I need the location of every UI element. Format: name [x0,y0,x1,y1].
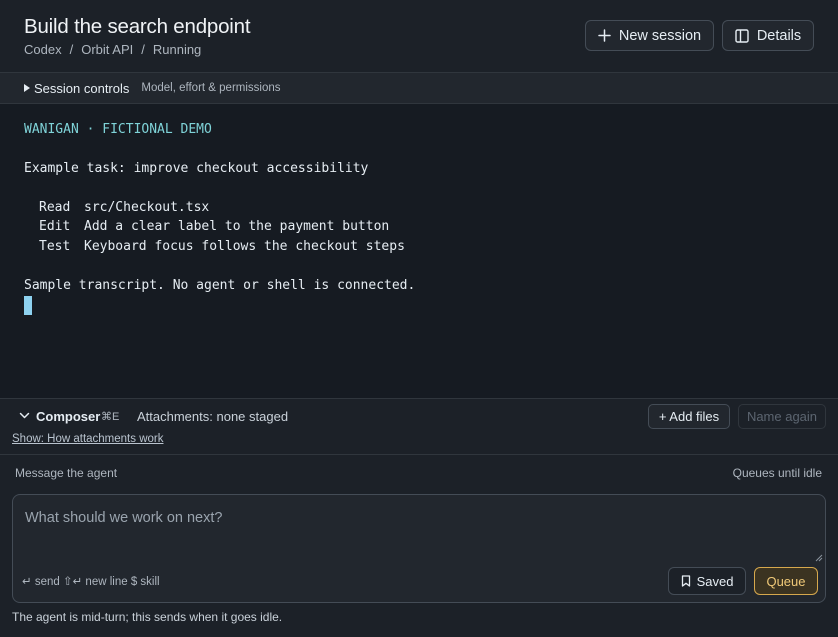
disclosure-triangle-icon [24,84,30,92]
name-again-button: Name again [738,404,826,429]
message-input[interactable] [13,495,825,563]
page-title: Build the search endpoint [24,15,251,38]
session-controls-subtitle: Model, effort & permissions [141,82,281,94]
resize-grip-icon[interactable] [814,553,823,562]
terminal-step: Read src/Checkout.tsx [24,200,209,216]
terminal-task: Example task: improve checkout accessibi… [24,161,369,176]
status-note: The agent is mid-turn; this sends when i… [12,610,283,624]
keyboard-hints: ↵ send ⇧↵ new line $ skill [22,576,160,588]
session-controls-toggle[interactable]: Session controls Model, effort & permiss… [0,73,838,104]
side-panel-icon [735,28,749,43]
attachments-status: Attachments: none staged [137,409,289,424]
breadcrumb-item-project[interactable]: Orbit API [81,42,133,57]
breadcrumb: Codex / Orbit API / Running [24,42,201,57]
breadcrumb-separator: / [141,42,145,57]
terminal-banner: WANIGAN · FICTIONAL DEMO [24,122,212,137]
details-button[interactable]: Details [722,20,814,51]
step-verb: Edit [39,219,71,234]
step-text: Add a clear label to the payment button [84,219,390,234]
terminal-footer: Sample transcript. No agent or shell is … [24,278,416,293]
chevron-down-icon[interactable] [19,410,30,421]
new-session-label: New session [618,27,702,44]
queue-button[interactable]: Queue [754,567,818,595]
terminal-step: Edit Add a clear label to the payment but… [24,219,389,235]
session-controls-label: Session controls [34,80,130,96]
step-verb: Test [39,239,71,254]
step-verb: Read [39,200,71,215]
message-label: Message the agent [15,466,118,480]
add-files-button[interactable]: + Add files [648,404,730,429]
bookmark-icon [681,575,690,587]
saved-button[interactable]: Saved [668,567,746,595]
saved-label: Saved [696,573,734,589]
terminal-step: Test Keyboard focus follows the checkout … [24,239,405,255]
breadcrumb-item-status: Running [152,42,202,57]
step-text: src/Checkout.tsx [84,200,210,215]
transcript-terminal[interactable]: WANIGAN · FICTIONAL DEMO Example task: i… [0,104,838,398]
session-header: Build the search endpoint Codex / Orbit AP… [0,0,838,73]
breadcrumb-item-app[interactable]: Codex [24,42,62,57]
terminal-cursor [24,296,32,315]
step-text: Keyboard focus follows the checkout step… [84,239,405,254]
details-label: Details [756,27,802,44]
plus-icon [598,29,611,42]
composer-bar: Composer ⌘E Attachments: none staged Sho… [0,398,838,455]
attachments-help-link[interactable]: Show: How attachments work [12,433,163,445]
queue-note: Queues until idle [732,466,822,480]
new-session-button[interactable]: New session [585,20,714,51]
breadcrumb-separator: / [69,42,74,57]
composer-shortcut: ⌘E [101,411,120,423]
message-box: ↵ send ⇧↵ new line $ skill Saved Queue [12,494,826,603]
composer-label[interactable]: Composer [36,409,100,424]
